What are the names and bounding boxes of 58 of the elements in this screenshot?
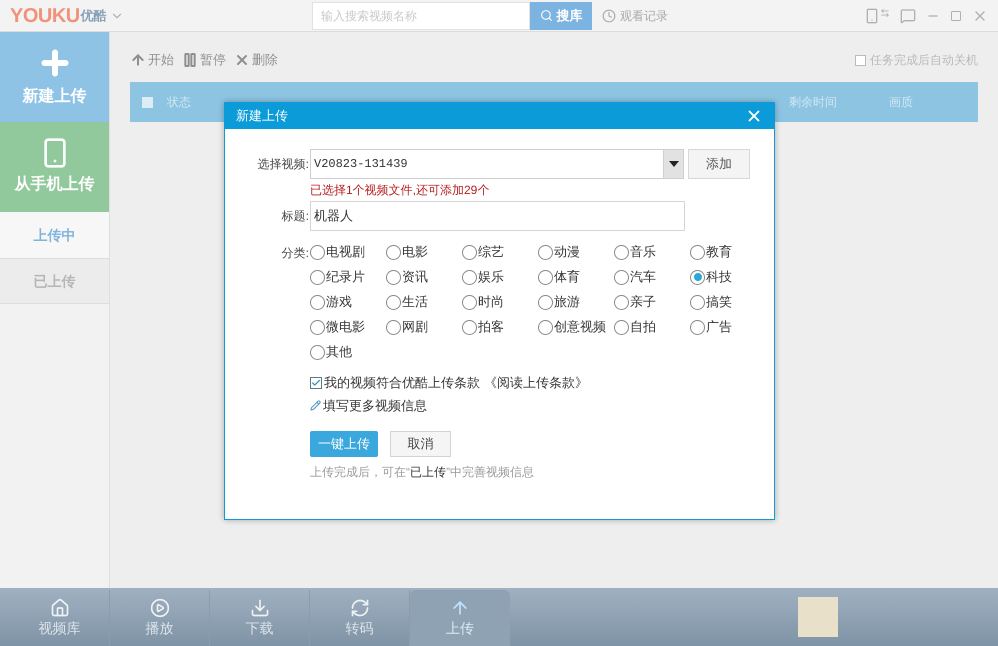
field-label: 分类:	[280, 245, 309, 262]
video-select[interactable]: V20823-131439	[310, 149, 684, 179]
dialog-title: 新建上传	[236, 107, 288, 126]
download-icon	[250, 598, 270, 618]
more-info-link[interactable]: 填写更多视频信息	[323, 396, 427, 415]
field-label: 选择视频:	[256, 156, 309, 173]
category-radio[interactable]: 自拍	[614, 318, 690, 336]
category-radio[interactable]: 纪录片	[310, 268, 386, 286]
cancel-button[interactable]: 取消	[390, 431, 451, 457]
field-label: 标题:	[280, 208, 309, 225]
pencil-icon	[310, 400, 321, 411]
play-icon	[150, 598, 170, 618]
category-radio[interactable]: 网剧	[386, 318, 462, 336]
category-radio[interactable]: 音乐	[614, 243, 690, 261]
search-icon	[540, 9, 552, 22]
maximize-icon[interactable]	[950, 10, 962, 22]
agree-checkbox[interactable]: 我的视频符合优酷上传条款	[310, 373, 480, 392]
category-radio[interactable]: 其他	[310, 343, 386, 361]
avatar-thumbnail[interactable]	[798, 597, 838, 637]
house-icon	[50, 598, 70, 618]
category-radio[interactable]: 电影	[386, 243, 462, 261]
category-radio[interactable]: 微电影	[310, 318, 386, 336]
upload-hint: 上传完成后，可在“已上传”中完善视频信息	[310, 464, 535, 481]
category-radio[interactable]: 广告	[690, 318, 750, 336]
category-radio[interactable]: 资讯	[386, 268, 462, 286]
column-header: 画质	[889, 94, 913, 111]
category-radio[interactable]: 科技	[690, 268, 750, 286]
category-radio[interactable]: 娱乐	[462, 268, 538, 286]
category-radio[interactable]: 动漫	[538, 243, 614, 261]
category-radio[interactable]: 旅游	[538, 293, 614, 311]
category-radio[interactable]: 拍客	[462, 318, 538, 336]
add-button[interactable]: 添加	[688, 149, 750, 179]
select-all-checkbox[interactable]	[142, 96, 153, 108]
category-radio[interactable]: 时尚	[462, 293, 538, 311]
category-radio[interactable]: 教育	[690, 243, 750, 261]
column-header: 状态	[167, 94, 191, 111]
delete-icon	[234, 52, 250, 68]
category-radio[interactable]: 创意视频	[538, 318, 614, 336]
clock-icon	[602, 8, 616, 22]
category-radio[interactable]: 生活	[386, 293, 462, 311]
category-radio[interactable]: 综艺	[462, 243, 538, 261]
pause-icon	[182, 52, 198, 68]
refresh-icon	[350, 598, 370, 618]
selection-notice: 已选择1个视频文件,还可添加29个	[310, 182, 490, 199]
column-header: 剩余时间	[789, 94, 837, 111]
category-radio[interactable]: 汽车	[614, 268, 690, 286]
phone-sync-icon[interactable]	[864, 8, 890, 24]
up-arrow-icon	[130, 52, 146, 68]
category-radio[interactable]: 电视剧	[310, 243, 386, 261]
category-radio[interactable]: 游戏	[310, 293, 386, 311]
terms-link[interactable]: 《阅读上传条款》	[484, 373, 588, 392]
dropdown-arrow-icon	[668, 161, 678, 167]
category-radio[interactable]: 体育	[538, 268, 614, 286]
category-radio[interactable]: 亲子	[614, 293, 690, 311]
message-icon[interactable]	[900, 8, 916, 24]
app-logo: YOUKU优酷	[9, 4, 108, 28]
category-radio[interactable]: 搞笑	[690, 293, 750, 311]
title-field[interactable]: 机器人	[310, 201, 685, 231]
